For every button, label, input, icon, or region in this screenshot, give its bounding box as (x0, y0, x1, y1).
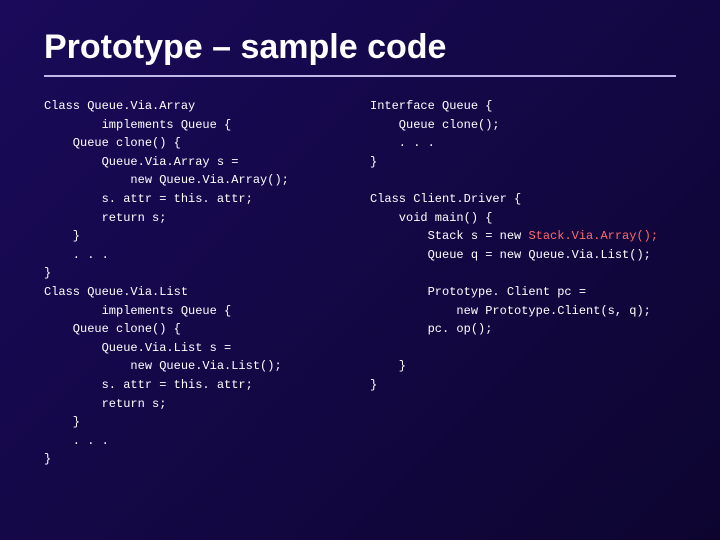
column-left: Class Queue.Via.Array implements Queue {… (44, 97, 350, 469)
code-right-post: Queue q = new Queue.Via.List(); Prototyp… (370, 248, 651, 392)
title-underline (44, 75, 676, 77)
slide: Prototype – sample code Class Queue.Via.… (0, 0, 720, 540)
code-block-left: Class Queue.Via.Array implements Queue {… (44, 97, 350, 469)
code-right-pre: Interface Queue { Queue clone(); . . . }… (370, 99, 528, 243)
page-title: Prototype – sample code (44, 28, 676, 67)
column-right: Interface Queue { Queue clone(); . . . }… (370, 97, 676, 469)
code-block-right: Interface Queue { Queue clone(); . . . }… (370, 97, 676, 395)
code-right-highlight: Stack.Via.Array(); (528, 229, 658, 243)
code-columns: Class Queue.Via.Array implements Queue {… (44, 97, 676, 469)
